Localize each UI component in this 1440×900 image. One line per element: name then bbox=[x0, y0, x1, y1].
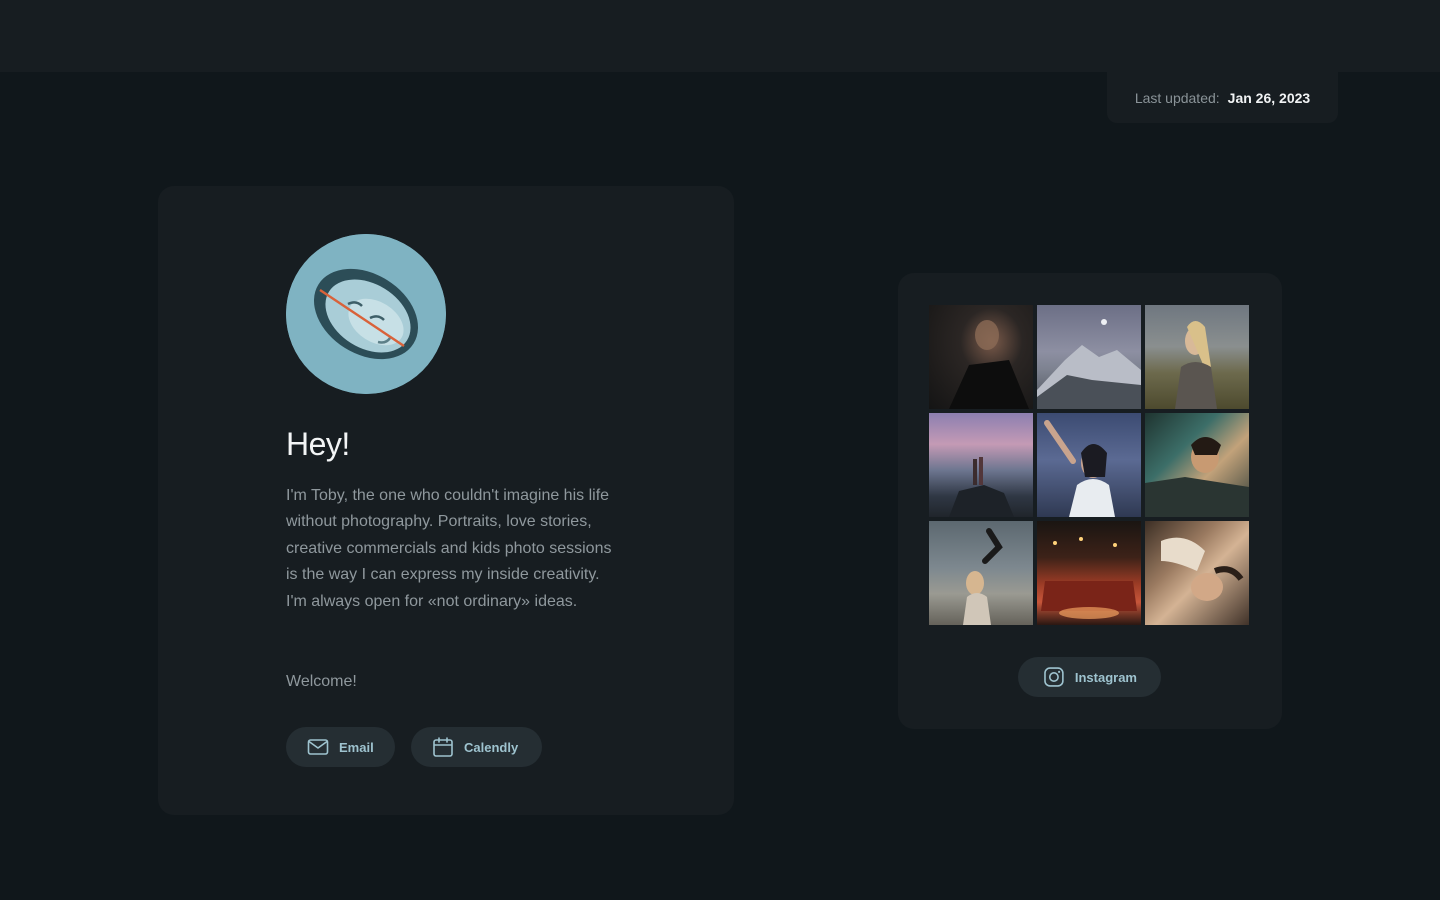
email-button[interactable]: Email bbox=[286, 727, 395, 767]
instagram-photo-grid bbox=[929, 305, 1250, 626]
last-updated-label: Last updated: bbox=[1134, 89, 1220, 106]
instagram-photo[interactable] bbox=[1037, 521, 1141, 625]
instagram-photo[interactable] bbox=[929, 521, 1033, 625]
instagram-button[interactable]: Instagram bbox=[1018, 657, 1161, 697]
instagram-photo[interactable] bbox=[1145, 413, 1249, 517]
email-button-label: Email bbox=[339, 739, 374, 755]
bio-text: I'm Toby, the one who couldn't imagine h… bbox=[286, 487, 612, 610]
instagram-icon bbox=[1044, 667, 1064, 687]
instagram-card: Instagram bbox=[898, 273, 1282, 729]
instagram-photo[interactable] bbox=[929, 305, 1033, 409]
instagram-button-label: Instagram bbox=[1074, 669, 1137, 685]
profile-card: Hey! I'm Toby, the one who couldn't imag… bbox=[158, 186, 734, 815]
instagram-photo[interactable] bbox=[1145, 305, 1249, 409]
calendar-icon bbox=[433, 737, 453, 757]
last-updated-badge: Last updated: Jan 26, 2023 bbox=[1107, 72, 1338, 123]
instagram-photo[interactable] bbox=[1037, 305, 1141, 409]
mail-icon bbox=[307, 739, 329, 755]
instagram-photo[interactable] bbox=[1145, 521, 1249, 625]
calendly-button-label: Calendly bbox=[464, 739, 519, 755]
last-updated-date: Jan 26, 2023 bbox=[1227, 89, 1311, 106]
top-bar bbox=[0, 0, 1440, 72]
calendly-button[interactable]: Calendly bbox=[411, 727, 542, 767]
greeting-heading: Hey! bbox=[286, 426, 350, 462]
instagram-photo[interactable] bbox=[929, 413, 1033, 517]
avatar bbox=[286, 234, 446, 394]
instagram-photo[interactable] bbox=[1037, 413, 1141, 517]
face-portrait-icon bbox=[286, 234, 446, 394]
welcome-text: Welcome! bbox=[286, 673, 357, 690]
